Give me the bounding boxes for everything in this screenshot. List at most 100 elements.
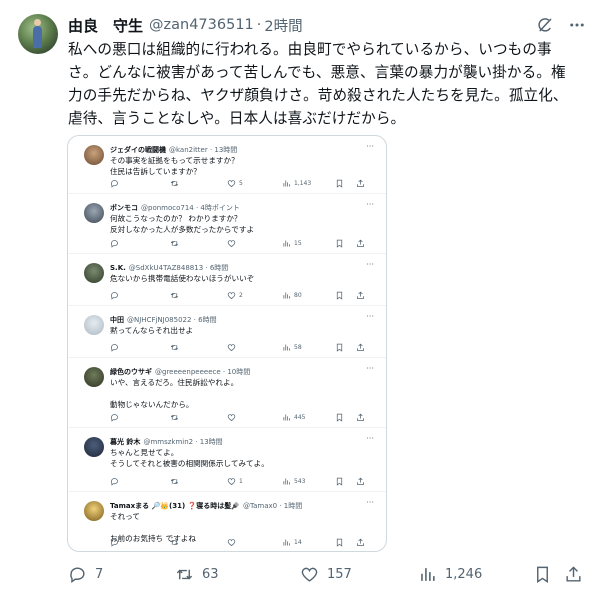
like-button[interactable] [227,413,239,422]
reply-more-icon[interactable]: ··· [366,312,374,321]
reply-more-icon[interactable]: ··· [366,200,374,209]
views-icon [282,413,291,422]
retweet-button[interactable]: 63 [175,565,219,584]
share-button[interactable] [356,239,365,248]
views-button[interactable]: 1,246 [418,565,482,584]
reply-icon [110,239,119,248]
bookmark-button[interactable] [335,179,344,188]
share-icon [356,179,365,188]
share-button[interactable] [356,477,365,486]
bookmark-icon [335,239,344,248]
share-button[interactable] [356,413,365,422]
reply-avatar[interactable] [84,203,104,223]
like-button[interactable] [227,239,239,248]
reply-item[interactable]: 緑色のウサギ @greeeenpeeeece · 10時間 ··· いや、言えるだろ。… [68,358,386,428]
share-button[interactable] [356,291,365,300]
views-button[interactable]: 14 [282,538,302,547]
reply-author-name[interactable]: S.K. [110,264,126,272]
reply-more-icon[interactable]: ··· [366,142,374,151]
user-handle[interactable]: @zan4736511 [149,17,254,33]
like-button[interactable]: 5 [227,179,243,188]
reply-item[interactable]: S.K. @SdXkU4TAZ848813 · 6時間 ··· 危ないから携帯電話使わ… [68,254,386,306]
reply-button[interactable] [110,477,122,486]
reply-item[interactable]: Tamaxまる 🔎👑(31) ❓寝る時は髪🪮 @Tamax0 · 1時間 ··· それ… [68,492,386,551]
reply-button[interactable] [110,179,122,188]
like-button[interactable]: 1 [227,477,243,486]
reply-actions: 445 [110,413,380,425]
reply-avatar[interactable] [84,315,104,335]
share-button[interactable] [356,343,365,352]
share-button[interactable] [356,179,365,188]
grok-icon[interactable] [534,14,556,36]
reply-text: いや、言えるだろ。住民訴訟やれよ。 動物じゃないんだから。 [110,377,238,410]
reply-avatar[interactable] [84,367,104,387]
retweet-button[interactable] [170,343,182,352]
reply-author-name[interactable]: 暮光 鈴木 [110,438,140,446]
reply-button[interactable] [110,413,122,422]
reply-button[interactable] [110,538,122,547]
reply-avatar[interactable] [84,501,104,521]
reply-header: S.K. @SdXkU4TAZ848813 · 6時間 [110,263,228,273]
views-button[interactable]: 445 [282,413,305,422]
reply-more-icon[interactable]: ··· [366,260,374,269]
views-button[interactable]: 15 [282,239,302,248]
reply-button[interactable] [110,291,122,300]
bookmark-button[interactable] [335,239,344,248]
bookmark-button[interactable] [533,565,552,584]
reply-author-name[interactable]: Tamaxまる 🔎👑(31) ❓寝る時は髪🪮 [110,502,240,510]
share-button[interactable] [356,538,365,547]
like-button[interactable]: 157 [300,565,352,584]
reply-avatar[interactable] [84,145,104,165]
retweet-icon [170,239,179,248]
retweet-button[interactable] [170,179,182,188]
display-name[interactable]: 由良 守生 [68,15,143,36]
reply-text-line: そうしてそれと被害の相関関係示してみてよ。 [110,459,269,468]
heart-icon [227,413,236,422]
views-button[interactable]: 1,143 [282,179,311,188]
share-button[interactable] [564,565,583,584]
reply-icon [110,179,119,188]
like-button[interactable]: 2 [227,291,243,300]
reply-author-name[interactable]: 中田 [110,316,124,324]
reply-author-name[interactable]: ポンモコ [110,204,138,212]
reply-item[interactable]: ポンモコ @ponmoco714 · 4時ポイント ··· 何故こうなったのか？ わか… [68,194,386,254]
retweet-button[interactable] [170,413,182,422]
like-button[interactable] [227,343,239,352]
views-button[interactable]: 80 [282,291,302,300]
reply-author-name[interactable]: 緑色のウサギ [110,368,152,376]
reply-icon [110,291,119,300]
views-button[interactable]: 58 [282,343,302,352]
reply-more-icon[interactable]: ··· [366,434,374,443]
reply-button[interactable]: 7 [68,565,103,584]
bookmark-button[interactable] [335,477,344,486]
bookmark-button[interactable] [335,343,344,352]
embedded-screenshot[interactable]: ジェダイの戦闘機 @kan2itter · 13時間 ··· その事実を証拠をもって示… [67,135,387,552]
reply-item[interactable]: 中田 @NJHCFjNJ085022 · 6時間 ··· 黙ってんならそれ出せよ 58 [68,306,386,358]
avatar[interactable] [18,14,58,54]
reply-avatar[interactable] [84,437,104,457]
reply-avatar[interactable] [84,263,104,283]
views-icon [282,239,291,248]
bookmark-button[interactable] [335,413,344,422]
timestamp[interactable]: 2時間 [264,15,302,36]
like-button[interactable] [227,538,239,547]
retweet-button[interactable] [170,239,182,248]
share-icon [566,566,581,582]
reply-meta: @kan2itter · 13時間 [169,146,238,154]
reply-text: ちゃんと見せてよ。 そうしてそれと被害の相関関係示してみてよ。 [110,447,269,469]
reply-text: 危ないから携帯電話使わないほうがいいぞ [110,273,254,284]
reply-more-icon[interactable]: ··· [366,364,374,373]
reply-author-name[interactable]: ジェダイの戦闘機 [110,146,166,154]
reply-item[interactable]: ジェダイの戦闘機 @kan2itter · 13時間 ··· その事実を証拠をもって示… [68,136,386,194]
reply-more-icon[interactable]: ··· [366,498,374,507]
reply-button[interactable] [110,343,122,352]
retweet-button[interactable] [170,477,182,486]
retweet-button[interactable] [170,291,182,300]
bookmark-button[interactable] [335,538,344,547]
more-icon[interactable] [566,14,588,36]
views-button[interactable]: 543 [282,477,305,486]
reply-item[interactable]: 暮光 鈴木 @mmszkmin2 · 13時間 ··· ちゃんと見せてよ。 そうしてそれ… [68,428,386,492]
bookmark-button[interactable] [335,291,344,300]
reply-button[interactable] [110,239,122,248]
retweet-button[interactable] [170,538,182,547]
